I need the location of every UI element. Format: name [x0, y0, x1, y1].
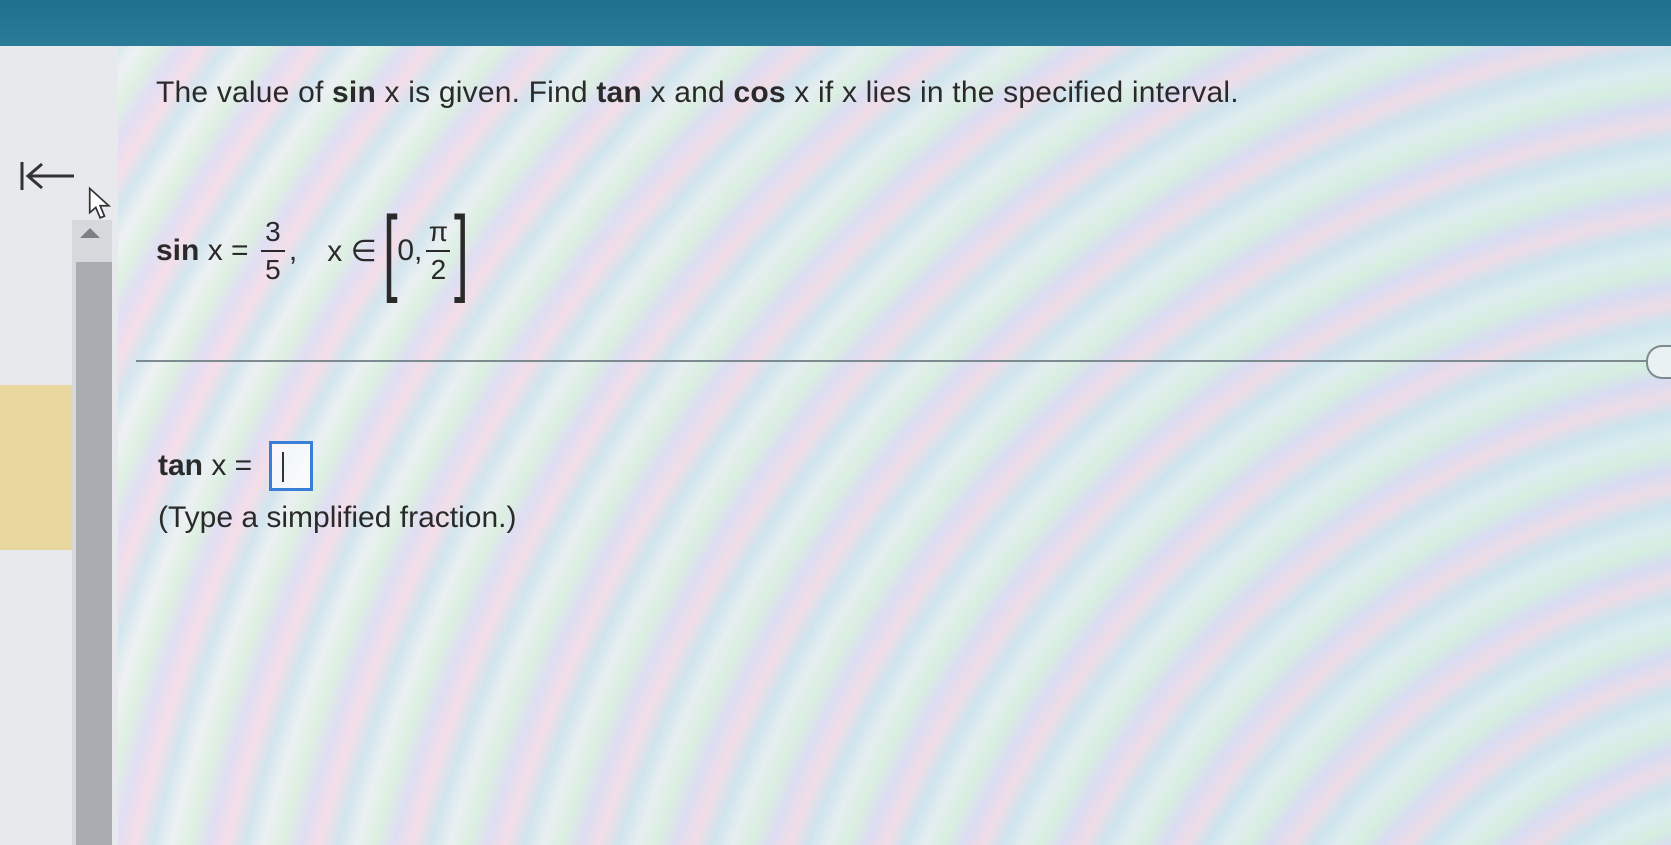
fraction-numerator: π — [428, 216, 449, 247]
mouse-pointer-icon — [88, 186, 112, 219]
fraction-numerator: 3 — [265, 216, 281, 247]
given-expression: sin x = 3 5 , x ∈ [ 0, π 2 ] — [156, 196, 469, 306]
given-var: x = — [199, 234, 257, 267]
question-part: The value of — [156, 76, 333, 109]
divider-handle[interactable] — [1646, 345, 1671, 379]
scroll-up-arrow-icon[interactable] — [80, 228, 100, 238]
back-to-start-icon[interactable] — [18, 156, 82, 206]
fraction-bar — [260, 250, 285, 252]
section-divider — [136, 360, 1671, 362]
fraction-bar — [426, 250, 451, 252]
screen: The value of sin x is given. Find tan x … — [0, 0, 1671, 845]
question-content: The value of sin x is given. Find tan x … — [118, 46, 1671, 845]
question-part: x is given. Find — [376, 76, 597, 109]
fraction-three-fifths: 3 5 — [260, 216, 285, 286]
fraction-denominator: 5 — [265, 254, 281, 285]
text-caret — [281, 452, 284, 482]
top-bar — [0, 0, 1671, 46]
fraction-pi-over-two: π 2 — [426, 216, 451, 286]
given-element-of: x ∈ — [327, 234, 377, 268]
answer-fn: tan — [158, 449, 203, 482]
question-fn-tan: tan — [596, 76, 642, 109]
tan-answer-input[interactable] — [268, 441, 313, 491]
scrollbar-thumb[interactable] — [76, 262, 112, 845]
question-part: x and — [641, 76, 734, 109]
given-comma: , — [288, 234, 298, 267]
answer-var: x = — [203, 449, 261, 482]
interval-lower: 0, — [397, 234, 423, 267]
answer-hint: (Type a simplified fraction.) — [158, 501, 517, 534]
answer-row: tan x = — [158, 441, 313, 491]
question-fn-sin: sin — [332, 76, 376, 109]
question-text: The value of sin x is given. Find tan x … — [156, 76, 1239, 110]
section-highlight — [0, 385, 72, 550]
interval-close-bracket: ] — [454, 197, 470, 304]
given-fn: sin — [156, 234, 200, 267]
question-part: x if x lies in the specified interval. — [785, 76, 1239, 109]
interval-open-bracket: [ — [382, 197, 398, 304]
question-fn-cos: cos — [733, 76, 786, 109]
fraction-denominator: 2 — [430, 254, 447, 285]
